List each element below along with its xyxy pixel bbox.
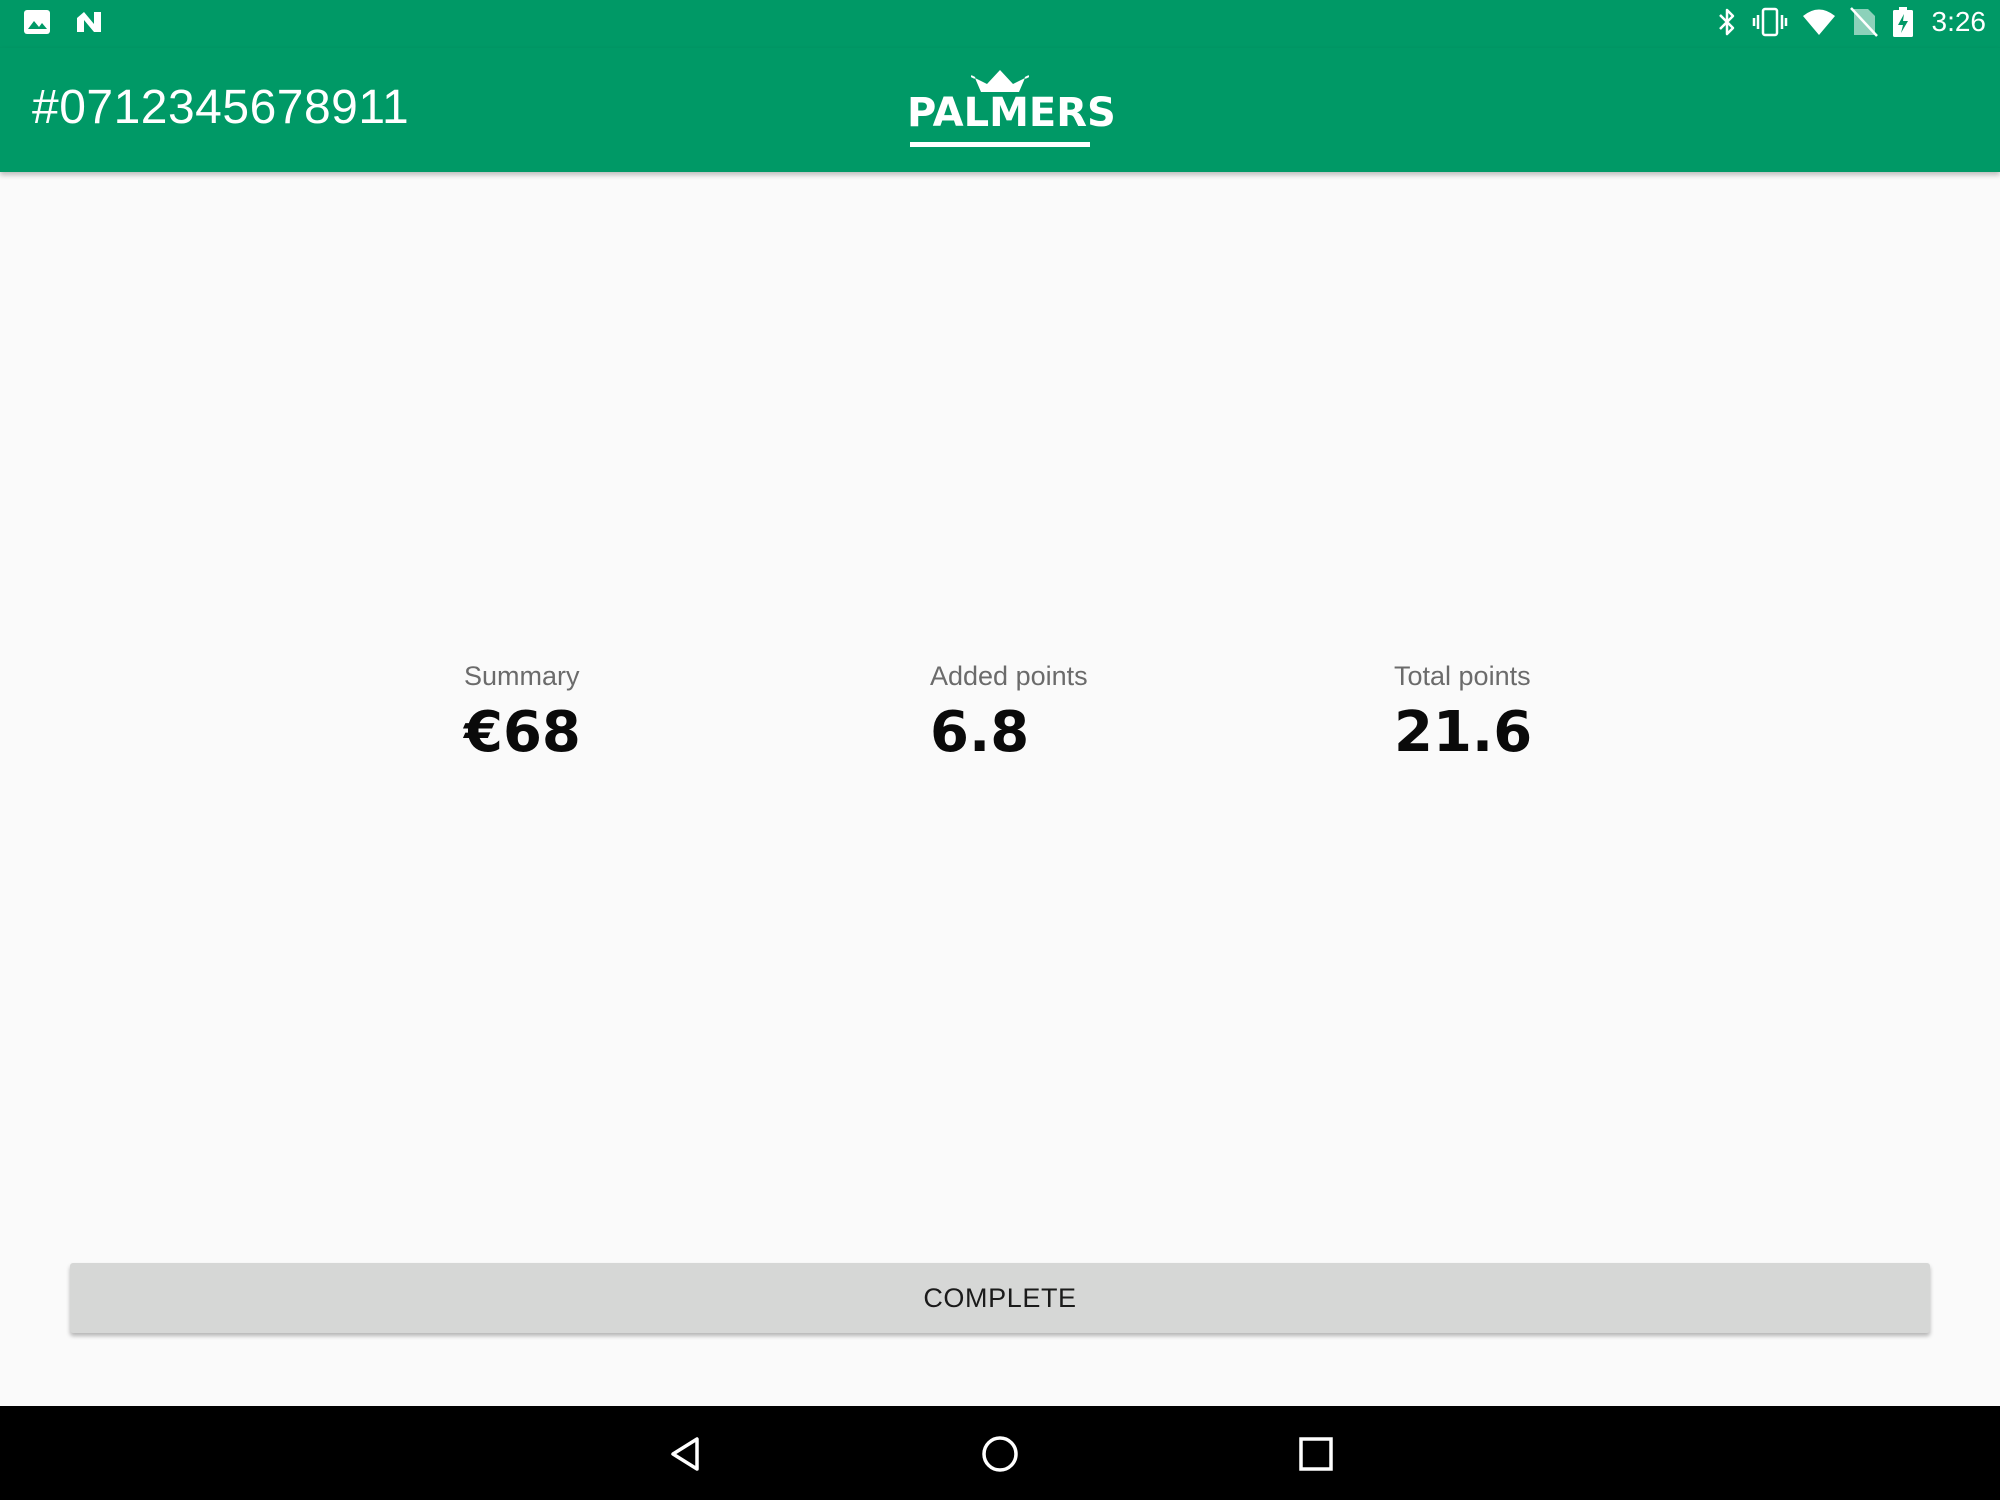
total-points-stat: Total points 21.6 xyxy=(1394,656,1532,766)
vibrate-icon xyxy=(1752,6,1788,38)
complete-button[interactable]: COMPLETE xyxy=(70,1263,1930,1333)
palmers-logo: PALMERS xyxy=(907,68,1116,150)
status-bar: 3:26 xyxy=(0,0,2000,48)
added-points-label: Added points xyxy=(930,661,1088,691)
summary-value: €68 xyxy=(464,700,581,765)
navigation-bar xyxy=(0,1406,2000,1500)
added-points-stat: Added points 6.8 xyxy=(930,656,1088,766)
status-left xyxy=(22,8,104,36)
added-points-value: 6.8 xyxy=(930,700,1030,765)
logo-text: PALMERS xyxy=(907,90,1116,136)
summary-label: Summary xyxy=(464,661,580,691)
wifi-icon xyxy=(1802,7,1836,37)
no-sim-icon xyxy=(1849,7,1878,37)
status-right: 3:26 xyxy=(1716,6,1987,38)
total-points-label: Total points xyxy=(1394,661,1531,691)
image-icon xyxy=(22,8,52,36)
summary-stat: Summary €68 xyxy=(464,656,581,766)
total-points-value: 21.6 xyxy=(1394,700,1533,765)
n-notification-icon xyxy=(74,8,104,36)
status-time: 3:26 xyxy=(1931,6,1987,37)
logo-underline xyxy=(910,142,1090,147)
order-number: #0712345678911 xyxy=(32,81,410,134)
home-icon[interactable] xyxy=(972,1426,1028,1482)
bluetooth-icon xyxy=(1716,6,1738,38)
battery-charging-icon xyxy=(1892,6,1914,38)
back-icon[interactable] xyxy=(658,1426,714,1482)
recents-icon[interactable] xyxy=(1288,1426,1344,1482)
app-bar: #0712345678911 PALMERS xyxy=(0,48,2000,172)
